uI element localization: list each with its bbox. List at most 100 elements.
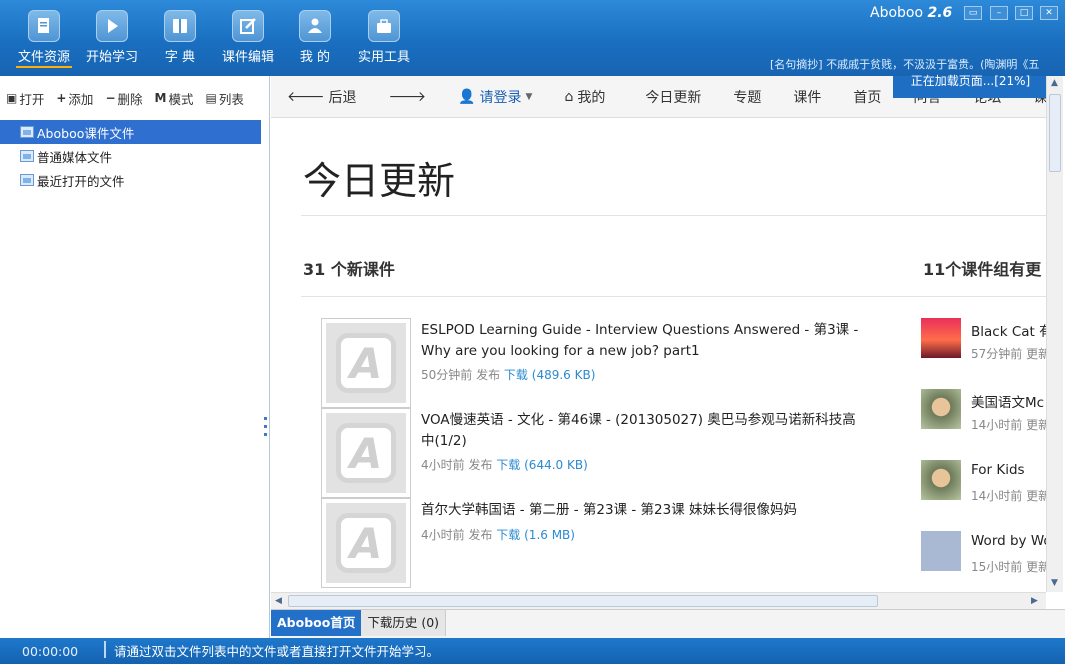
back-button[interactable]: 🡐 后退	[271, 87, 373, 107]
page-title: 今日更新	[303, 159, 456, 203]
scroll-down-icon[interactable]: ▼	[1051, 578, 1058, 588]
course-group-item[interactable]: For Kids 14小时前 更新	[921, 460, 1046, 510]
group-thumbnail	[921, 389, 961, 429]
divider	[301, 215, 1046, 216]
page-content: 今日更新 31 个新课件 11个课件组有更 A ESLPOD Learning …	[271, 118, 1046, 592]
list-button[interactable]: ▤ 列表	[205, 89, 243, 108]
play-icon	[96, 10, 128, 42]
course-item: A 首尔大学韩国语 - 第二册 - 第23课 - 第23课 妹妹长得很像妈妈 4…	[321, 498, 861, 588]
playback-time: 00:00:00	[22, 644, 79, 659]
user-icon: 👤	[458, 88, 476, 105]
new-course-count: 31 个新课件	[303, 260, 395, 279]
loading-indicator: 正在加载页面...[21%]	[893, 75, 1048, 98]
tab-download-history[interactable]: 下载历史 (0)	[361, 610, 447, 636]
tools-button[interactable]: 实用工具	[356, 10, 412, 68]
course-group-item[interactable]: Word by Wo 15小时前 更新	[921, 531, 1046, 581]
toolbox-icon	[368, 10, 400, 42]
skin-button[interactable]: ▭	[964, 6, 982, 20]
add-button[interactable]: + 添加	[56, 89, 93, 108]
group-name: 美国语文Mc	[971, 395, 1045, 411]
login-dropdown[interactable]: 👤 请登录 ▼	[442, 87, 548, 107]
file-toolbar: ▣ 打开 + 添加 − 删除 M 模式 ▤ 列表	[0, 76, 269, 120]
mode-icon: M	[154, 91, 167, 105]
folder-icon	[20, 126, 34, 138]
file-resource-button[interactable]: 文件资源	[16, 10, 72, 68]
group-name: Black Cat 有	[971, 324, 1046, 340]
group-meta: 57分钟前 更新	[971, 347, 1046, 361]
mine-button[interactable]: 我 的	[294, 10, 336, 68]
status-message: 请通过双击文件列表中的文件或者直接打开文件开始学习。	[104, 641, 439, 659]
horizontal-scroll-thumb[interactable]	[288, 595, 878, 607]
updated-group-count: 11个课件组有更	[923, 260, 1042, 279]
download-link[interactable]: 下载	[496, 458, 520, 472]
course-group-item[interactable]: 美国语文Mc 14小时前 更新	[921, 389, 1046, 439]
app-name: Aboboo	[870, 5, 924, 21]
aboboo-logo-icon: A	[336, 333, 396, 393]
panel-splitter[interactable]	[264, 412, 268, 452]
course-group-item[interactable]: Black Cat 有 57分钟前 更新	[921, 318, 1046, 368]
nav-link-home[interactable]: 首页	[837, 87, 897, 107]
scroll-up-icon[interactable]: ▲	[1051, 78, 1058, 88]
dictionary-button[interactable]: 字 典	[156, 10, 204, 68]
plus-icon: +	[56, 91, 67, 105]
group-thumbnail	[921, 531, 961, 571]
course-thumbnail[interactable]: A	[321, 408, 411, 498]
download-link[interactable]: 下载	[504, 368, 528, 382]
arrow-right-icon: 🡒	[388, 89, 427, 105]
group-thumbnail	[921, 460, 961, 500]
download-link[interactable]: 下载	[496, 528, 520, 542]
course-title[interactable]: 首尔大学韩国语 - 第二册 - 第23课 - 第23课 妹妹长得很像妈妈	[421, 500, 861, 521]
dictionary-icon	[164, 10, 196, 42]
file-panel: ▣ 打开 + 添加 − 删除 M 模式 ▤ 列表 Aboboo课件文件 普通媒体文件 最近…	[0, 76, 270, 638]
courseware-edit-button[interactable]: 课件编辑	[220, 10, 276, 68]
forward-button[interactable]: 🡒	[373, 88, 443, 105]
mode-button[interactable]: M 模式	[155, 89, 194, 108]
scroll-right-icon[interactable]: ▶	[1031, 596, 1038, 606]
tree-item-aboboo-files[interactable]: Aboboo课件文件	[0, 120, 261, 144]
list-icon: ▤	[205, 91, 217, 105]
horizontal-scrollbar[interactable]: ◀ ▶	[271, 592, 1046, 609]
vertical-scroll-thumb[interactable]	[1049, 94, 1061, 172]
mine-link[interactable]: ⌂ 我的	[548, 87, 621, 107]
top-toolbar: 文件资源 开始学习 字 典 课件编辑 我 的 实用工具 Aboboo 2.6 ▭…	[0, 0, 1065, 76]
group-meta: 14小时前 更新	[971, 418, 1046, 432]
course-thumbnail[interactable]: A	[321, 498, 411, 588]
quote-text: [名句摘抄] 不戚戚于贫贱，不汲汲于富贵。(陶渊明《五	[770, 58, 1040, 71]
status-bar: 00:00:00 请通过双击文件列表中的文件或者直接打开文件开始学习。	[0, 638, 1065, 664]
course-item: A ESLPOD Learning Guide - Interview Ques…	[321, 318, 861, 408]
course-meta: 50分钟前 发布 下载 (489.6 KB)	[421, 368, 596, 382]
course-thumbnail[interactable]: A	[321, 318, 411, 408]
nav-link-topics[interactable]: 专题	[717, 87, 777, 107]
course-meta: 4小时前 发布 下载 (644.0 KB)	[421, 458, 588, 472]
group-thumbnail	[921, 318, 961, 358]
course-item: A VOA慢速英语 - 文化 - 第46课 - (201305027) 奥巴马参…	[321, 408, 861, 498]
arrow-left-icon: 🡐	[287, 89, 325, 105]
tab-aboboo-home[interactable]: Aboboo首页	[271, 610, 362, 636]
app-title: Aboboo 2.6	[870, 5, 952, 21]
open-icon: ▣	[6, 91, 18, 105]
scroll-left-icon[interactable]: ◀	[275, 596, 282, 606]
document-icon	[20, 174, 34, 186]
aboboo-logo-icon: A	[336, 513, 396, 573]
open-button[interactable]: ▣ 打开	[6, 89, 44, 108]
nav-link-courses[interactable]: 课件	[777, 87, 837, 107]
file-resource-icon	[28, 10, 60, 42]
start-learning-button[interactable]: 开始学习	[84, 10, 140, 68]
group-meta: 14小时前 更新	[971, 489, 1046, 503]
close-button[interactable]: ✕	[1040, 6, 1058, 20]
delete-button[interactable]: − 删除	[105, 89, 142, 108]
minus-icon: −	[105, 91, 116, 105]
folder-icon	[20, 150, 34, 162]
minimize-button[interactable]: –	[990, 6, 1008, 20]
maximize-button[interactable]: □	[1015, 6, 1033, 20]
edit-icon	[232, 10, 264, 42]
group-name: Word by Wo	[971, 533, 1046, 549]
course-title[interactable]: ESLPOD Learning Guide - Interview Questi…	[421, 320, 861, 362]
tree-item-media-files[interactable]: 普通媒体文件	[0, 144, 269, 168]
nav-link-today[interactable]: 今日更新	[621, 87, 717, 107]
browser-tabs: Aboboo首页 下载历史 (0)	[271, 609, 1065, 638]
vertical-scrollbar[interactable]: ▲ ▼	[1046, 76, 1063, 592]
tree-item-recent-files[interactable]: 最近打开的文件	[0, 168, 269, 192]
course-title[interactable]: VOA慢速英语 - 文化 - 第46课 - (201305027) 奥巴马参观马…	[421, 410, 861, 452]
divider	[301, 296, 1046, 297]
